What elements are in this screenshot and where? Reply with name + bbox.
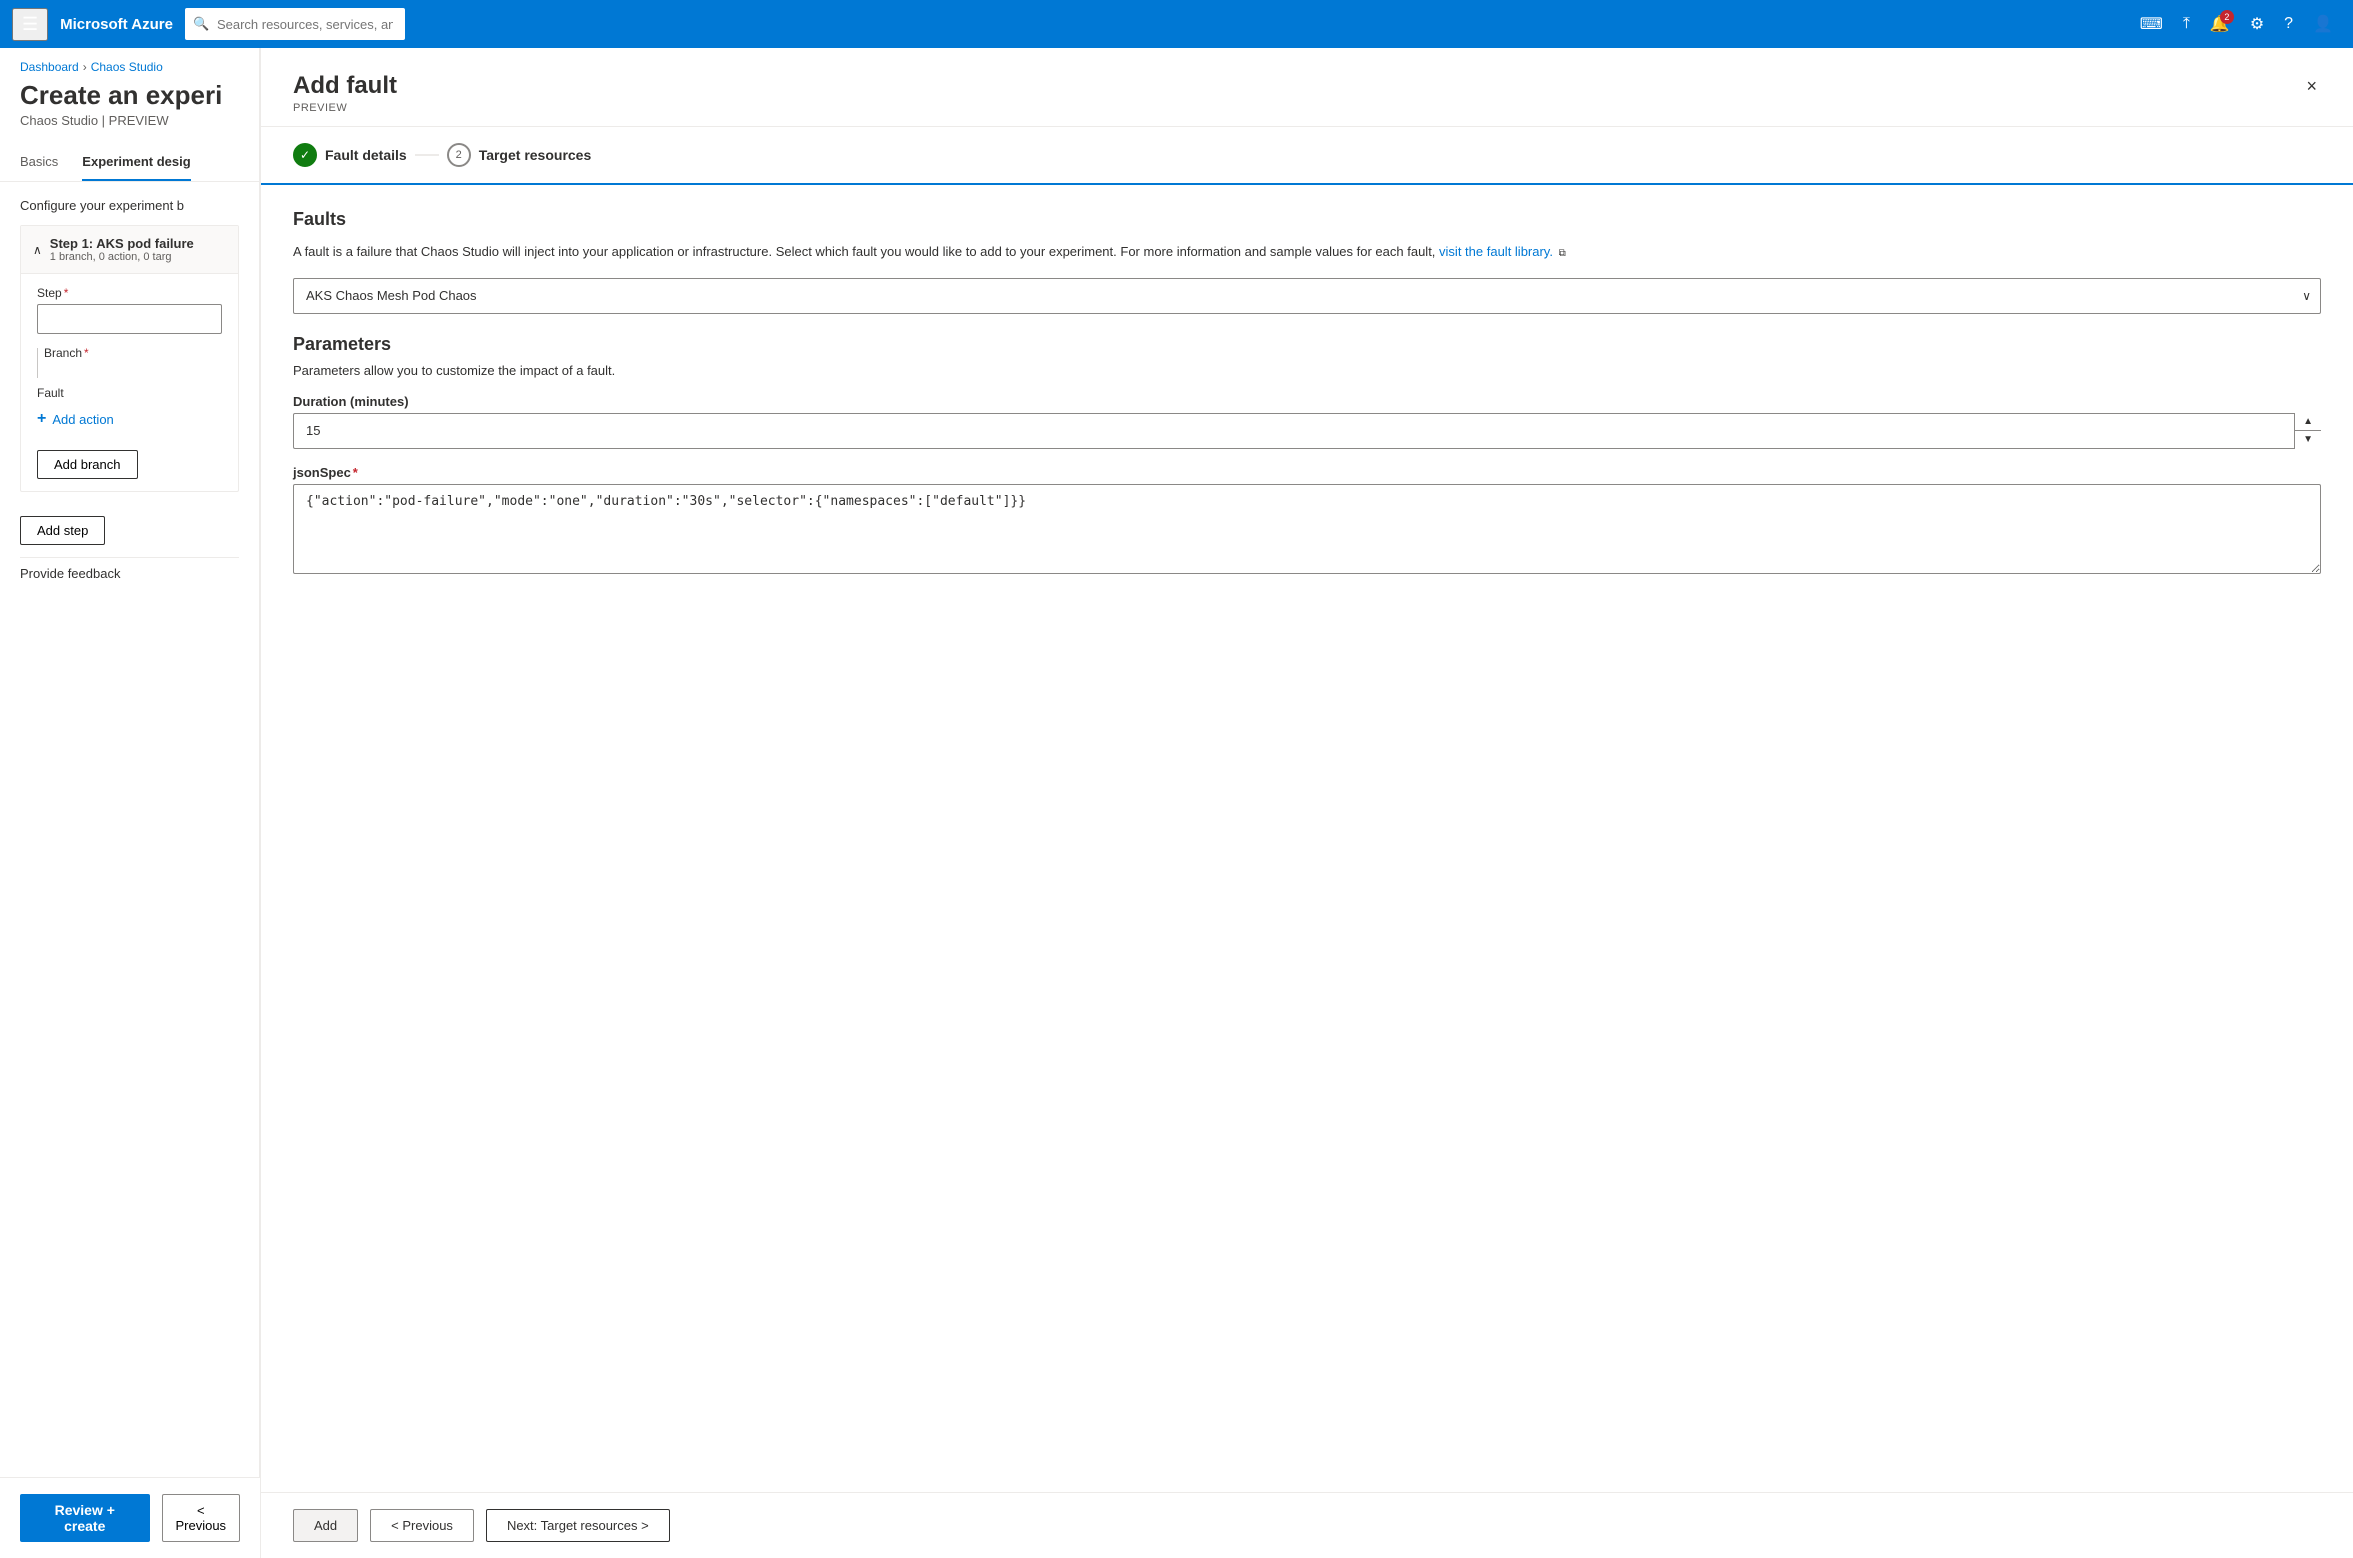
step-indicators: ✓ Fault details 2 Target resources (261, 127, 2353, 185)
parameters-title: Parameters (293, 334, 2321, 355)
step-field-row: Step * (37, 286, 222, 334)
app-brand: Microsoft Azure (60, 16, 173, 33)
fault-label: Fault (37, 386, 222, 400)
panel-preview-label: PREVIEW (293, 102, 397, 114)
step-indicator-target-resources[interactable]: 2 Target resources (447, 143, 592, 167)
duration-input-wrap: ▲ ▼ (293, 413, 2321, 449)
jsonspec-required-star: * (353, 465, 358, 480)
fault-library-link[interactable]: visit the fault library. (1439, 244, 1553, 259)
main-layout: Dashboard › Chaos Studio Create an exper… (0, 48, 2353, 1558)
fault-dropdown-wrap: AKS Chaos Mesh Pod Chaos AKS CPU Pressur… (293, 278, 2321, 314)
panel-content: Faults A fault is a failure that Chaos S… (261, 185, 2353, 1492)
search-wrap: 🔍 (185, 8, 665, 40)
step-circle-1: ✓ (293, 143, 317, 167)
fault-dropdown[interactable]: AKS Chaos Mesh Pod Chaos AKS CPU Pressur… (293, 278, 2321, 314)
duration-spinners: ▲ ▼ (2294, 413, 2321, 449)
page-title: Create an experi (0, 74, 259, 113)
breadcrumb-sep: › (83, 60, 87, 74)
step-chevron-icon[interactable]: ∧ (33, 243, 42, 257)
duration-input[interactable] (293, 413, 2321, 449)
help-icon: ? (2284, 15, 2293, 32)
add-button[interactable]: Add (293, 1509, 358, 1542)
account-icon: 👤 (2313, 16, 2333, 33)
upload-button[interactable]: ⤒ (2175, 7, 2198, 41)
external-link-icon: ⧉ (1559, 248, 1566, 259)
step-indicator-fault-details-label: Fault details (325, 147, 407, 163)
bottom-bar: Review + create < Previous (0, 1477, 260, 1558)
hamburger-menu[interactable]: ☰ (12, 8, 48, 41)
search-input[interactable] (185, 8, 405, 40)
search-icon: 🔍 (193, 16, 209, 32)
step-title-block: Step 1: AKS pod failure 1 branch, 0 acti… (50, 236, 194, 263)
settings-button[interactable]: ⚙ (2242, 6, 2272, 42)
duration-label: Duration (minutes) (293, 394, 2321, 409)
account-button[interactable]: 👤 (2305, 6, 2341, 42)
previous-button[interactable]: < Previous (370, 1509, 474, 1542)
breadcrumb: Dashboard › Chaos Studio (0, 48, 259, 74)
breadcrumb-dashboard[interactable]: Dashboard (20, 60, 79, 74)
tab-experiment-design[interactable]: Experiment desig (82, 144, 190, 181)
faults-section-title: Faults (293, 209, 2321, 230)
step-header: ∧ Step 1: AKS pod failure 1 branch, 0 ac… (21, 226, 238, 274)
configure-label: Configure your experiment b (20, 198, 239, 213)
jsonspec-textarea[interactable] (293, 484, 2321, 575)
close-panel-button[interactable]: × (2302, 72, 2321, 101)
parameters-desc: Parameters allow you to customize the im… (293, 363, 2321, 378)
faults-section-desc: A fault is a failure that Chaos Studio w… (293, 242, 2321, 262)
provide-feedback-label: Provide feedback (20, 557, 239, 589)
step-field-label: Step * (37, 286, 222, 300)
upload-icon: ⤒ (2183, 15, 2190, 32)
step-title: Step 1: AKS pod failure (50, 236, 194, 251)
left-panel: Dashboard › Chaos Studio Create an exper… (0, 48, 260, 1558)
jsonspec-field: jsonSpec * (293, 465, 2321, 580)
jsonspec-label: jsonSpec * (293, 465, 2321, 480)
tab-basics[interactable]: Basics (20, 144, 58, 181)
step-indicator-target-label: Target resources (479, 147, 592, 163)
step-meta: 1 branch, 0 action, 0 targ (50, 251, 194, 263)
add-action-button[interactable]: + Add action (37, 404, 114, 434)
branch-field-row: Branch * (44, 346, 222, 360)
notifications-button[interactable]: 🔔 2 (2202, 6, 2238, 42)
panel-header: Add fault PREVIEW × (261, 48, 2353, 127)
cloud-shell-icon: ⌨ (2140, 16, 2163, 33)
panel-bottom: Add < Previous Next: Target resources > (261, 1492, 2353, 1558)
page-subtitle: Chaos Studio | PREVIEW (0, 113, 259, 144)
help-button[interactable]: ? (2276, 7, 2301, 41)
right-panel: Add fault PREVIEW × ✓ Fault details 2 Ta… (260, 48, 2353, 1558)
step-card: ∧ Step 1: AKS pod failure 1 branch, 0 ac… (20, 225, 239, 492)
faults-desc-text: A fault is a failure that Chaos Studio w… (293, 244, 1435, 259)
step-indicator-sep (415, 154, 439, 156)
cloud-shell-button[interactable]: ⌨ (2132, 6, 2171, 42)
add-branch-button[interactable]: Add branch (37, 450, 138, 479)
step-input[interactable] (37, 304, 222, 334)
plus-icon: + (37, 410, 46, 428)
duration-decrement-button[interactable]: ▼ (2295, 431, 2321, 449)
nav-icons: ⌨ ⤒ 🔔 2 ⚙ ? 👤 (2132, 6, 2341, 42)
top-nav: ☰ Microsoft Azure 🔍 ⌨ ⤒ 🔔 2 ⚙ ? 👤 (0, 0, 2353, 48)
branch-required-star: * (84, 346, 89, 360)
branch-label: Branch * (44, 346, 222, 360)
previous-button-left[interactable]: < Previous (162, 1494, 240, 1542)
left-content: Configure your experiment b ∧ Step 1: AK… (0, 182, 259, 1558)
notification-badge: 2 (2220, 10, 2234, 24)
parameters-section: Parameters Parameters allow you to custo… (293, 334, 2321, 580)
gear-icon: ⚙ (2250, 16, 2264, 33)
step-required-star: * (64, 286, 69, 300)
next-button[interactable]: Next: Target resources > (486, 1509, 670, 1542)
step-indicator-fault-details[interactable]: ✓ Fault details (293, 143, 407, 167)
duration-field: Duration (minutes) ▲ ▼ (293, 394, 2321, 449)
add-step-button[interactable]: Add step (20, 516, 105, 545)
panel-title-block: Add fault PREVIEW (293, 72, 397, 114)
step-circle-2: 2 (447, 143, 471, 167)
tabs: Basics Experiment desig (0, 144, 259, 182)
panel-title: Add fault (293, 72, 397, 100)
review-create-button[interactable]: Review + create (20, 1494, 150, 1542)
step-body: Step * Branch * (21, 274, 238, 491)
duration-increment-button[interactable]: ▲ (2295, 413, 2321, 432)
breadcrumb-chaos-studio[interactable]: Chaos Studio (91, 60, 163, 74)
